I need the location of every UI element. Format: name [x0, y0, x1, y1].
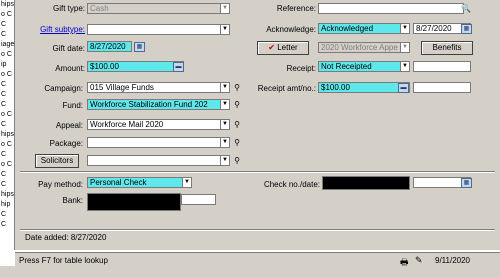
- gift-form-panel: Gift type: Cash ▼ Gift subtype: ▼ Gift d…: [15, 0, 500, 250]
- appeal-field[interactable]: Workforce Mail 2020: [87, 119, 230, 130]
- amount-field[interactable]: $100.00: [87, 61, 184, 72]
- gift-date-field[interactable]: 8/27/2020: [87, 41, 132, 52]
- background-list-text: C: [1, 121, 7, 128]
- receipt-amount-field[interactable]: $100.00: [318, 82, 410, 93]
- checkmark-icon: ✔: [268, 43, 275, 52]
- gift-subtype-field[interactable]: [87, 24, 230, 35]
- receipt-dropdown-icon[interactable]: ▼: [400, 61, 410, 72]
- fund-dropdown-icon[interactable]: ▼: [220, 99, 230, 110]
- solicitors-field[interactable]: [87, 155, 230, 166]
- background-list-text: C: [1, 171, 7, 178]
- section-divider: [20, 171, 495, 173]
- status-date: 9/11/2020: [435, 256, 470, 265]
- background-list-text: o C: [1, 111, 12, 118]
- package-label: Package:: [49, 139, 83, 148]
- solicitors-dropdown-icon[interactable]: ▼: [220, 155, 230, 166]
- check-date-calendar-icon[interactable]: ▦: [461, 178, 472, 188]
- background-list-text: C: [1, 91, 7, 98]
- background-list-text: o C: [1, 141, 12, 148]
- benefits-button[interactable]: Benefits: [421, 41, 473, 55]
- background-list-text: ip: [1, 61, 7, 68]
- background-list-text: o C: [1, 11, 12, 18]
- reference-search-icon[interactable]: 🔍: [461, 3, 471, 14]
- receipt-field[interactable]: Not Receipted: [318, 61, 410, 72]
- background-list-text: o C: [1, 51, 12, 58]
- fund-lookup-icon[interactable]: ⚲: [232, 99, 242, 110]
- bank-field-redacted[interactable]: [87, 193, 181, 211]
- background-list-text: C: [1, 81, 7, 88]
- pay-method-label: Pay method:: [38, 180, 83, 189]
- package-lookup-icon[interactable]: ⚲: [232, 137, 242, 148]
- pay-method-dropdown-icon[interactable]: ▼: [182, 177, 192, 188]
- background-list-text: iage: [1, 41, 15, 48]
- gift-date-label: Gift date:: [52, 44, 85, 53]
- acknowledge-calendar-icon[interactable]: ▦: [461, 24, 472, 34]
- campaign-field[interactable]: 015 Village Funds: [87, 82, 230, 93]
- solicitors-lookup-icon[interactable]: ⚲: [232, 155, 242, 166]
- package-field[interactable]: [87, 137, 230, 148]
- tools-icon: ✎: [415, 255, 423, 265]
- acknowledge-dropdown-icon[interactable]: ▼: [400, 23, 410, 34]
- appeal-lookup-icon[interactable]: ⚲: [232, 119, 242, 130]
- receipt-amount-calculator-icon[interactable]: ▬: [398, 83, 409, 93]
- amount-calculator-icon[interactable]: ▬: [173, 62, 184, 72]
- receipt-amt-label: Receipt amt/no.:: [257, 84, 316, 93]
- background-list-text: C: [1, 31, 7, 38]
- background-list-text: hips: [1, 191, 14, 198]
- reference-label: Reference:: [276, 4, 316, 13]
- background-list-text: C: [1, 211, 7, 218]
- status-bar: Press F7 for table lookup 🖶 ✎ 9/11/2020: [15, 252, 500, 267]
- status-hint: Press F7 for table lookup: [19, 256, 108, 265]
- amount-label: Amount:: [55, 64, 85, 73]
- receipt-label: Receipt:: [286, 64, 316, 73]
- package-dropdown-icon[interactable]: ▼: [220, 137, 230, 148]
- check-no-date-label: Check no./date:: [263, 180, 320, 189]
- background-list-text: C: [1, 221, 7, 228]
- background-list-text: o C: [1, 161, 12, 168]
- receipt-date-field[interactable]: [413, 61, 471, 72]
- acknowledge-label: Acknowledge:: [266, 25, 316, 34]
- gift-type-dropdown-icon[interactable]: ▼: [220, 3, 230, 14]
- letter-dropdown-icon[interactable]: ▼: [400, 42, 410, 53]
- campaign-dropdown-icon[interactable]: ▼: [220, 82, 230, 93]
- bank-field-extra[interactable]: [181, 194, 216, 205]
- campaign-label: Campaign:: [44, 84, 83, 93]
- footer-divider: [20, 229, 495, 231]
- background-list-text: o C: [1, 71, 12, 78]
- letter-button[interactable]: ✔ Letter: [257, 41, 309, 55]
- gift-date-calendar-icon[interactable]: ▦: [134, 42, 145, 52]
- gift-type-field[interactable]: Cash: [87, 3, 230, 14]
- fund-field[interactable]: Workforce Stabilization Fund 202: [87, 99, 230, 110]
- bank-label: Bank:: [62, 196, 83, 205]
- acknowledge-field[interactable]: Acknowledged: [318, 23, 410, 34]
- background-list-text: hips: [1, 1, 14, 8]
- pay-method-field[interactable]: Personal Check: [87, 177, 192, 188]
- background-list-text: C: [1, 21, 7, 28]
- appeal-dropdown-icon[interactable]: ▼: [220, 119, 230, 130]
- background-list-text: hips: [1, 131, 14, 138]
- reference-field[interactable]: [318, 3, 464, 14]
- receipt-number-field[interactable]: [413, 82, 471, 93]
- background-list-text: C: [1, 181, 7, 188]
- letter-button-label: Letter: [277, 43, 298, 52]
- letter-field[interactable]: 2020 Workforce Appe: [318, 42, 410, 53]
- solicitors-button[interactable]: Solicitors: [35, 154, 79, 168]
- gift-type-label: Gift type:: [52, 4, 85, 13]
- appeal-label: Appeal:: [55, 121, 83, 130]
- date-added-text: Date added: 8/27/2020: [25, 233, 107, 242]
- gift-subtype-link[interactable]: Gift subtype:: [25, 25, 85, 34]
- background-list-edge: hips o C C Ciage o Cip o CCCCo C Chips o CCo CC…: [0, 0, 15, 250]
- fund-label: Fund:: [62, 101, 83, 110]
- background-list-text: C: [1, 151, 7, 158]
- background-list-text: hip: [1, 201, 11, 208]
- check-number-field-redacted[interactable]: [322, 176, 410, 190]
- bottom-strip: [0, 266, 500, 278]
- background-list-text: C: [1, 101, 7, 108]
- gift-subtype-dropdown-icon[interactable]: ▼: [220, 24, 230, 35]
